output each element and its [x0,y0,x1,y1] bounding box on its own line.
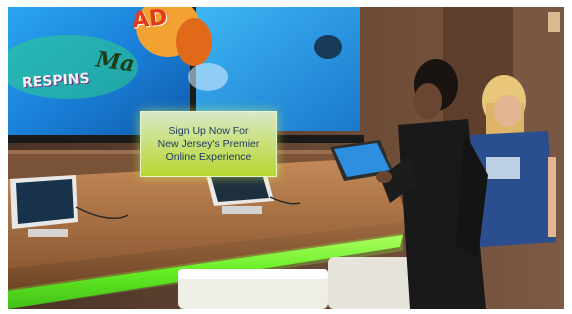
stool-left-top [178,269,328,279]
stool-right [328,257,418,309]
casino-kiosk-photo: AD Ma RESPINS Sign Up Now For New Jersey… [8,7,564,309]
screen-logo-ad: AD [131,7,169,34]
screen-logo-ma: Ma [94,46,136,77]
screen-logo-ma-text: Ma [94,46,137,78]
promo-sign-line-1: Sign Up Now For [168,124,249,137]
wall-light [548,12,560,32]
screen-art-orange-2 [176,18,212,66]
promo-sign: Sign Up Now For New Jersey's Premier Onl… [140,111,277,177]
screen-art-dark [314,35,342,59]
photo-scene [8,7,564,309]
promo-sign-line-2: New Jersey's Premier [157,137,260,150]
screen-logo-ad-text: AD [130,7,169,34]
screen-art-white [188,63,228,91]
promo-sign-line-3: Online Experience [165,150,252,163]
